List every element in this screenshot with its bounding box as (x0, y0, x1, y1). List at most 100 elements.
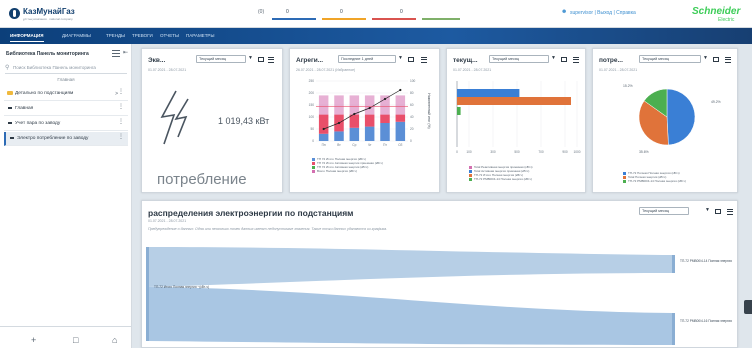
alarm-prefix: (0) (258, 9, 265, 15)
menu-icon[interactable] (421, 57, 427, 64)
alarm-indicator-red (372, 18, 416, 20)
card-title: Экв... (148, 57, 166, 64)
maximize-icon[interactable] (713, 57, 719, 62)
nav-information[interactable]: ИНФОРМАЦИЯ (10, 33, 44, 42)
side-scroll-handle[interactable] (744, 300, 752, 314)
maximize-icon[interactable] (561, 57, 567, 62)
x-tick-label: Вт (337, 143, 341, 147)
maximize-icon[interactable] (715, 209, 721, 214)
line-point (368, 106, 371, 110)
line-point (337, 121, 341, 125)
bar-segment (364, 114, 375, 127)
pie-slice-label: 35.6% (639, 150, 649, 154)
chart-legend: Total Реактивная энергия приемная (кВтч)… (469, 165, 533, 181)
equivalent-label: потребление (157, 171, 247, 188)
pie-slice (666, 88, 696, 146)
library-item-label: Главная (15, 106, 34, 111)
brand-logo: Schneider (692, 6, 741, 17)
x-tick-label: 0 (456, 150, 458, 154)
bar-segment (349, 95, 360, 115)
period-select[interactable]: Текущий месяц (639, 207, 689, 215)
nav-trends[interactable]: ТРЕНДЫ (106, 33, 125, 38)
period-select[interactable]: Последние 1 дней (338, 55, 396, 63)
library-item-label: Электро потребление по заводу (17, 136, 89, 141)
period-select[interactable]: Текущий месяц (196, 55, 246, 63)
maximize-icon[interactable] (408, 57, 414, 62)
nav-parameters[interactable]: ПАРАМЕТРЫ (186, 33, 214, 38)
library-menu-icon[interactable] (112, 50, 120, 57)
bar-segment (349, 114, 360, 128)
library-item-label: Учет пара по заводу (15, 121, 61, 126)
bar-segment (334, 131, 344, 141)
period-select[interactable]: Текущий месяц (489, 55, 549, 63)
nav-diagrams[interactable]: ДИАГРАММЫ (62, 33, 91, 38)
library-item-main[interactable]: Главная ⋮ (4, 102, 128, 116)
bar-segment (334, 95, 344, 115)
dashboard-library-panel: Библиотека Панель мониторинга ⇤ ⚲ Поиск … (0, 44, 132, 348)
line-point (353, 112, 356, 116)
y2-tick-label: 60 (410, 103, 414, 107)
library-item-steam[interactable]: Учет пара по заводу ⋮ (4, 117, 128, 131)
menu-icon[interactable] (725, 57, 731, 64)
bar-segment (364, 95, 375, 115)
add-icon[interactable]: + (31, 335, 36, 345)
menu-icon[interactable] (268, 57, 274, 64)
alarm-indicator-blue (272, 18, 316, 20)
menu-icon[interactable] (573, 57, 579, 64)
pie-slice-label: 15.2% (623, 84, 633, 88)
period-select[interactable]: Текущий месяц (639, 55, 701, 63)
bar-segment (318, 95, 329, 115)
x-tick-label: Чт (368, 143, 372, 147)
dashboard-icon (10, 137, 14, 139)
chevron-down-icon[interactable]: ▼ (703, 55, 708, 61)
card-date-range: 01.07.2021 - 28.07.2021 (453, 68, 492, 72)
bar-segment (395, 114, 406, 122)
consumption-pie-chart: 49.2% 35.6% 15.2% (623, 84, 721, 154)
library-search-input[interactable]: Поиск Библиотека Панель мониторинга (5, 63, 127, 74)
x-tick-label: Ср (352, 143, 356, 147)
sankey-target-node (672, 313, 675, 345)
x-tick-label: Пт (383, 143, 387, 147)
main-nav: ИНФОРМАЦИЯ ДИАГРАММЫ ТРЕНДЫ ТРЕВОГИ ОТЧЕ… (0, 28, 752, 44)
card-date-range: 26.07.2021 - 28.07.2021 (Избранное) (296, 68, 356, 72)
equivalent-consumption-card: Экв... Текущий месяц ▼ 01.07.2021 - 28.0… (141, 48, 283, 193)
bar-segment (364, 126, 375, 141)
library-root-label[interactable]: Главная (0, 77, 132, 82)
user-links[interactable]: supervisor | Выход | Справка (570, 10, 636, 16)
more-options-icon[interactable]: ⋮ (118, 89, 124, 95)
sankey-source-label: ТП-72 Итого Полная энергия ~(кВт-ч) (154, 285, 210, 289)
nav-alarms[interactable]: ТРЕВОГИ (132, 33, 153, 38)
sankey-target-label-bottom: ТП-72 РМВ00/4-16 Полная энергия (680, 319, 732, 323)
more-options-icon[interactable]: ⋮ (118, 119, 124, 125)
x-tick-label: 100 (466, 150, 472, 154)
current-hbar-chart: 0 100 300 500 700 900 1000 (456, 81, 581, 154)
new-folder-icon[interactable]: □ (73, 335, 78, 345)
chevron-down-icon[interactable]: ▼ (248, 55, 253, 61)
card-date-range: 01.07.2021 - 28.07.2021 (599, 68, 638, 72)
home-icon[interactable]: ⌂ (112, 335, 117, 345)
y-tick-label: 50 (310, 127, 314, 131)
chevron-down-icon[interactable]: ▼ (705, 207, 710, 213)
library-item-substations[interactable]: Детально по подстанциям > ⋮ (4, 87, 128, 101)
collapse-panel-icon[interactable]: ⇤ (123, 49, 128, 56)
company-name: КазМунайГаз (23, 7, 75, 16)
aggregated-chart: 0 50 100 150 200 250 0 20 40 60 80 100 Накопленный и… (309, 79, 431, 147)
nav-reports[interactable]: ОТЧЕТЫ (160, 33, 179, 38)
line-point (383, 97, 387, 101)
y2-tick-label: 0 (410, 139, 412, 143)
chart-legend: ТП 72 Итого Полная энергия (кВтч) ТП 72 … (312, 157, 383, 173)
bar-segment (349, 127, 360, 141)
chevron-down-icon[interactable]: ▼ (551, 55, 556, 61)
card-date-range: 01.07.2021 - 28.07.2021 (148, 68, 187, 72)
alarm-indicator-green (422, 18, 460, 20)
y2-axis-label: Накопленный итог (%) (427, 93, 431, 128)
library-footer: + □ ⌂ (0, 326, 132, 348)
menu-icon[interactable] (727, 209, 733, 216)
y-tick-label: 200 (309, 91, 315, 95)
library-item-power[interactable]: Электро потребление по заводу ⋮ (4, 132, 128, 146)
more-options-icon[interactable]: ⋮ (118, 104, 124, 110)
chevron-down-icon[interactable]: ▼ (398, 55, 403, 61)
maximize-icon[interactable] (258, 57, 264, 62)
bar-segment (395, 121, 406, 141)
more-options-icon[interactable]: ⋮ (118, 134, 124, 140)
